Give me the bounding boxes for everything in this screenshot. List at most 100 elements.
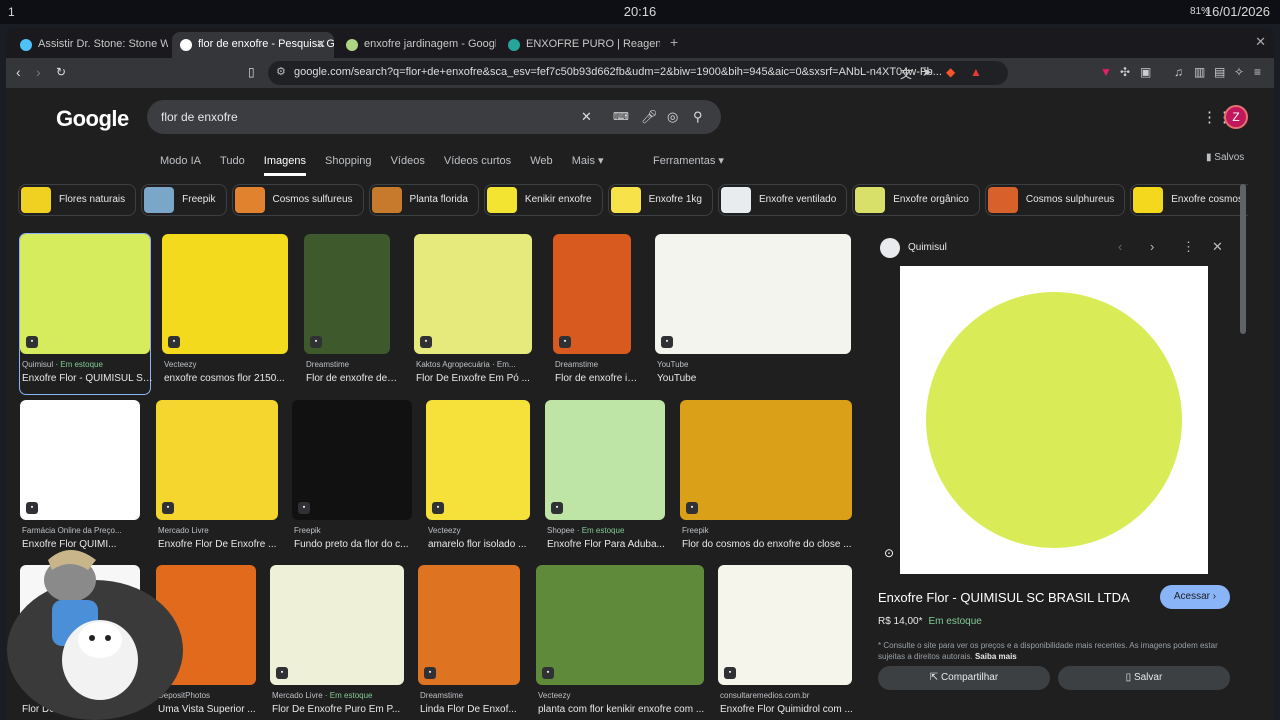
image-result[interactable]: ▪ Mercado Livre · Em estoque Flor De Enxof… xyxy=(270,565,404,720)
next-icon[interactable]: › xyxy=(1150,239,1154,254)
tab-enxofre-jardinagem[interactable]: enxofre jardinagem - Google xyxy=(338,32,496,58)
result-title[interactable]: Flor de enxofre im... xyxy=(555,373,639,384)
music-icon[interactable]: ♫ xyxy=(1174,65,1183,79)
chip-2[interactable]: Cosmos sulfureus xyxy=(231,184,364,216)
chip-6[interactable]: Enxofre ventilado xyxy=(717,184,848,216)
result-title[interactable]: Linda Flor De Enxof... xyxy=(420,704,528,715)
result-title[interactable]: Enxofre Flor Para Aduba... xyxy=(547,539,673,550)
tab-dr-stone[interactable]: Assistir Dr. Stone: Stone Wars xyxy=(12,32,168,58)
screenshot-icon[interactable]: ▣ xyxy=(1140,65,1151,79)
tab-web[interactable]: Web xyxy=(530,155,552,167)
result-title[interactable]: planta com flor kenikir enxofre com ... xyxy=(538,704,712,715)
image-result[interactable]: ▪ Quimisul · Em estoque Enxofre Flor - QUI… xyxy=(19,233,158,395)
image-result[interactable]: ▪ Shopee · Em estoque Enxofre Flor Para Ad… xyxy=(545,400,665,560)
tab-flor-de-enxofre[interactable]: flor de enxofre - Pesquisa Google ✕ xyxy=(172,32,334,58)
previous-icon[interactable]: ‹ xyxy=(1118,239,1122,254)
result-thumbnail[interactable]: ▪ xyxy=(536,565,704,685)
result-thumbnail[interactable]: ▪ xyxy=(156,400,278,520)
tab-videos-curtos[interactable]: Vídeos curtos xyxy=(444,155,511,167)
result-thumbnail[interactable]: ▪ xyxy=(414,234,532,354)
result-thumbnail[interactable]: ▪ xyxy=(553,234,631,354)
back-icon[interactable]: ‹ xyxy=(16,64,21,80)
image-result[interactable]: ▪ Dreamstime Flor de enxofre im... xyxy=(553,234,639,394)
result-thumbnail[interactable]: ▪ xyxy=(292,400,412,520)
scrollbar[interactable] xyxy=(1240,184,1246,334)
learn-more-link[interactable]: Saiba mais xyxy=(975,652,1017,661)
result-title[interactable]: Flor De Enxofre Puro Em P... xyxy=(272,704,412,715)
lens-icon[interactable]: ◎ xyxy=(667,109,678,125)
menu-icon[interactable]: ≡ xyxy=(1254,65,1261,79)
wallet-icon[interactable]: ▤ xyxy=(1214,65,1225,79)
result-thumbnail[interactable]: ▪ xyxy=(162,234,288,354)
image-result[interactable]: ▪ consultaremedios.com.br Enxofre Flor Qui… xyxy=(718,565,853,720)
tab-mais[interactable]: Mais ▾ xyxy=(572,154,604,167)
result-thumbnail[interactable]: ▪ xyxy=(545,400,665,520)
tools-button[interactable]: Ferramentas ▾ xyxy=(653,154,724,167)
address-bar[interactable]: ⚙ google.com/search?q=flor+de+enxofre&sc… xyxy=(268,61,1008,85)
google-logo[interactable]: Google xyxy=(56,106,129,132)
result-thumbnail[interactable]: ▪ xyxy=(20,400,140,520)
result-title[interactable]: Enxofre Flor - QUIMISUL SC BRASIL xyxy=(22,373,158,384)
image-result[interactable]: ▪ Vecteezy planta com flor kenikir enxofre… xyxy=(536,565,704,720)
result-title[interactable]: enxofre cosmos flor 2150... xyxy=(164,373,296,384)
bookmark-icon[interactable]: ▯ xyxy=(248,65,255,79)
saved-button[interactable]: ▮ Salvos xyxy=(1206,152,1244,163)
visit-button[interactable]: Acessar › xyxy=(1160,585,1230,609)
keyboard-icon[interactable]: ⌨ xyxy=(613,110,629,123)
chip-8[interactable]: Cosmos sulphureus xyxy=(984,184,1126,216)
result-thumbnail[interactable]: ▪ xyxy=(418,565,520,685)
lens-search-icon[interactable]: ⊙ xyxy=(884,546,894,560)
result-thumbnail[interactable]: ▪ xyxy=(655,234,851,354)
tab-imagens[interactable]: Imagens xyxy=(263,155,306,176)
result-thumbnail[interactable]: ▪ xyxy=(270,565,404,685)
result-thumbnail[interactable]: ▪ xyxy=(304,234,390,354)
sidebar-icon[interactable]: ▥ xyxy=(1194,65,1205,79)
image-result[interactable]: ▪ Dreamstime Flor de enxofre de ... xyxy=(304,234,398,394)
site-info-icon[interactable]: ⚙ xyxy=(276,65,286,78)
save-button[interactable]: ▯ Salvar xyxy=(1058,666,1230,690)
close-preview-icon[interactable]: ✕ xyxy=(1212,239,1223,255)
image-result[interactable]: ▪ Dreamstime Linda Flor De Enxof... xyxy=(418,565,520,720)
chip-0[interactable]: Flores naturais xyxy=(18,184,137,216)
puzzle-icon[interactable]: ✣ xyxy=(1120,65,1130,79)
chip-9[interactable]: Enxofre cosmos xyxy=(1130,184,1248,216)
forward-icon[interactable]: › xyxy=(36,64,41,80)
chip-3[interactable]: Planta florida xyxy=(368,184,479,216)
image-result[interactable]: ▪ Kaktos Agropecuária · Em... Flor De Enxo… xyxy=(414,234,532,394)
image-result[interactable]: ▪ YouTube YouTube xyxy=(655,234,851,394)
close-window-icon[interactable]: ✕ xyxy=(1255,34,1266,50)
close-tab-icon[interactable]: ✕ xyxy=(316,37,326,51)
leo-icon[interactable]: ✧ xyxy=(1234,65,1244,79)
preview-title[interactable]: Enxofre Flor - QUIMISUL SC BRASIL LTDA xyxy=(878,590,1130,605)
preview-image[interactable] xyxy=(900,266,1208,574)
result-thumbnail[interactable]: ▪ xyxy=(718,565,852,685)
result-thumbnail[interactable]: ▪ xyxy=(680,400,852,520)
search-icon[interactable]: ⚲ xyxy=(693,109,703,125)
tab-modo-ia[interactable]: Modo IA xyxy=(160,155,201,167)
tab-enxofre-puro[interactable]: ENXOFRE PURO | Reagente xyxy=(500,32,660,58)
brave-rewards-icon[interactable]: ▲ xyxy=(970,65,982,79)
result-title[interactable]: Flor do cosmos do enxofre do close ... xyxy=(682,539,860,550)
chip-5[interactable]: Enxofre 1kg xyxy=(607,184,713,216)
chip-7[interactable]: Enxofre orgânico xyxy=(852,184,980,216)
result-title[interactable]: amarelo flor isolado ... xyxy=(428,539,538,550)
result-title[interactable]: Flor De Enxofre Em Pó ... xyxy=(416,373,540,384)
more-options-icon[interactable]: ⋮ xyxy=(1182,239,1195,255)
result-title[interactable]: Enxofre Flor Quimidrol com ... xyxy=(720,704,860,715)
result-thumbnail[interactable]: ▪ xyxy=(426,400,530,520)
clear-icon[interactable]: ✕ xyxy=(581,109,592,125)
result-thumbnail[interactable]: ▪ xyxy=(20,234,150,354)
reload-icon[interactable]: ↻ xyxy=(56,65,66,79)
chip-4[interactable]: Kenikir enxofre xyxy=(483,184,603,216)
search-input[interactable]: flor de enxofre xyxy=(161,110,238,124)
translate-icon[interactable]: 文 xyxy=(900,65,912,82)
tab-videos[interactable]: Vídeos xyxy=(391,155,425,167)
image-result[interactable]: ▪ Freepik Fundo preto da flor do c... xyxy=(292,400,412,560)
image-result[interactable]: ▪ Freepik Flor do cosmos do enxofre do clo… xyxy=(680,400,852,560)
extension-icon[interactable]: ▼ xyxy=(1100,65,1112,79)
image-result[interactable]: ▪ Vecteezy amarelo flor isolado ... xyxy=(426,400,530,560)
result-title[interactable]: Fundo preto da flor do c... xyxy=(294,539,420,550)
brave-shields-icon[interactable]: ◆ xyxy=(946,65,955,79)
chip-1[interactable]: Freepik xyxy=(141,184,227,216)
search-box[interactable]: flor de enxofre ✕ ⌨ 🎤︎ ◎ ⚲ xyxy=(147,100,721,134)
